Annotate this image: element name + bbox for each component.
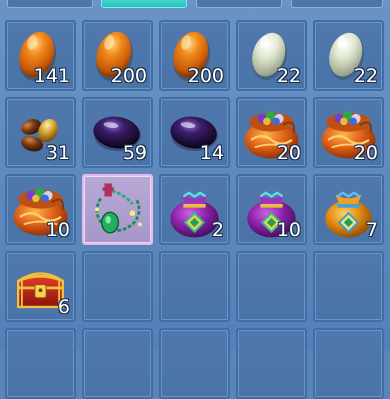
inventory-slot[interactable]: 141 [5, 20, 76, 91]
inventory-slot-empty[interactable] [236, 251, 307, 322]
inventory-slot-empty[interactable] [82, 328, 153, 399]
item-quantity: 20 [276, 142, 301, 164]
item-quantity: 22 [276, 65, 301, 87]
inventory-slot[interactable]: 22 [313, 20, 384, 91]
inventory-slot[interactable]: 20 [313, 97, 384, 168]
inventory-slot[interactable]: 2 [159, 174, 230, 245]
tab-row [0, 0, 390, 12]
item-quantity: 10 [276, 219, 301, 241]
inventory-slot[interactable]: 20 [236, 97, 307, 168]
tab-2[interactable] [101, 0, 187, 8]
item-quantity: 20 [353, 142, 378, 164]
inventory-slot[interactable]: 14 [159, 97, 230, 168]
inventory-slot-empty[interactable] [5, 328, 76, 399]
item-quantity: 7 [365, 219, 378, 241]
item-quantity: 2 [211, 219, 224, 241]
jade-necklace-icon [84, 176, 151, 243]
inventory-slot-empty[interactable] [159, 328, 230, 399]
inventory-slot[interactable]: 200 [82, 20, 153, 91]
inventory-slot-empty[interactable] [236, 328, 307, 399]
inventory-slot-empty[interactable] [313, 328, 384, 399]
item-quantity: 10 [45, 219, 70, 241]
inventory-slot[interactable]: 10 [236, 174, 307, 245]
inventory-slot-empty[interactable] [313, 251, 384, 322]
item-quantity: 141 [33, 65, 70, 87]
item-quantity: 14 [199, 142, 224, 164]
tab-4[interactable] [291, 0, 383, 8]
inventory-slot[interactable] [82, 174, 153, 245]
inventory-slot[interactable]: 200 [159, 20, 230, 91]
inventory-panel: 141 200 200 22 22 31 59 14 20 20 10 2 10… [0, 0, 390, 399]
inventory-slot-empty[interactable] [159, 251, 230, 322]
item-quantity: 200 [187, 65, 224, 87]
inventory-slot[interactable]: 10 [5, 174, 76, 245]
item-quantity: 59 [122, 142, 147, 164]
inventory-slot[interactable]: 6 [5, 251, 76, 322]
inventory-slot[interactable]: 31 [5, 97, 76, 168]
tab-1[interactable] [7, 0, 93, 8]
inventory-slot[interactable]: 59 [82, 97, 153, 168]
item-quantity: 31 [45, 142, 70, 164]
item-quantity: 200 [110, 65, 147, 87]
inventory-slot[interactable]: 7 [313, 174, 384, 245]
item-quantity: 22 [353, 65, 378, 87]
item-quantity: 6 [57, 296, 70, 318]
inventory-slot[interactable]: 22 [236, 20, 307, 91]
tab-3[interactable] [196, 0, 282, 8]
inventory-slot-empty[interactable] [82, 251, 153, 322]
